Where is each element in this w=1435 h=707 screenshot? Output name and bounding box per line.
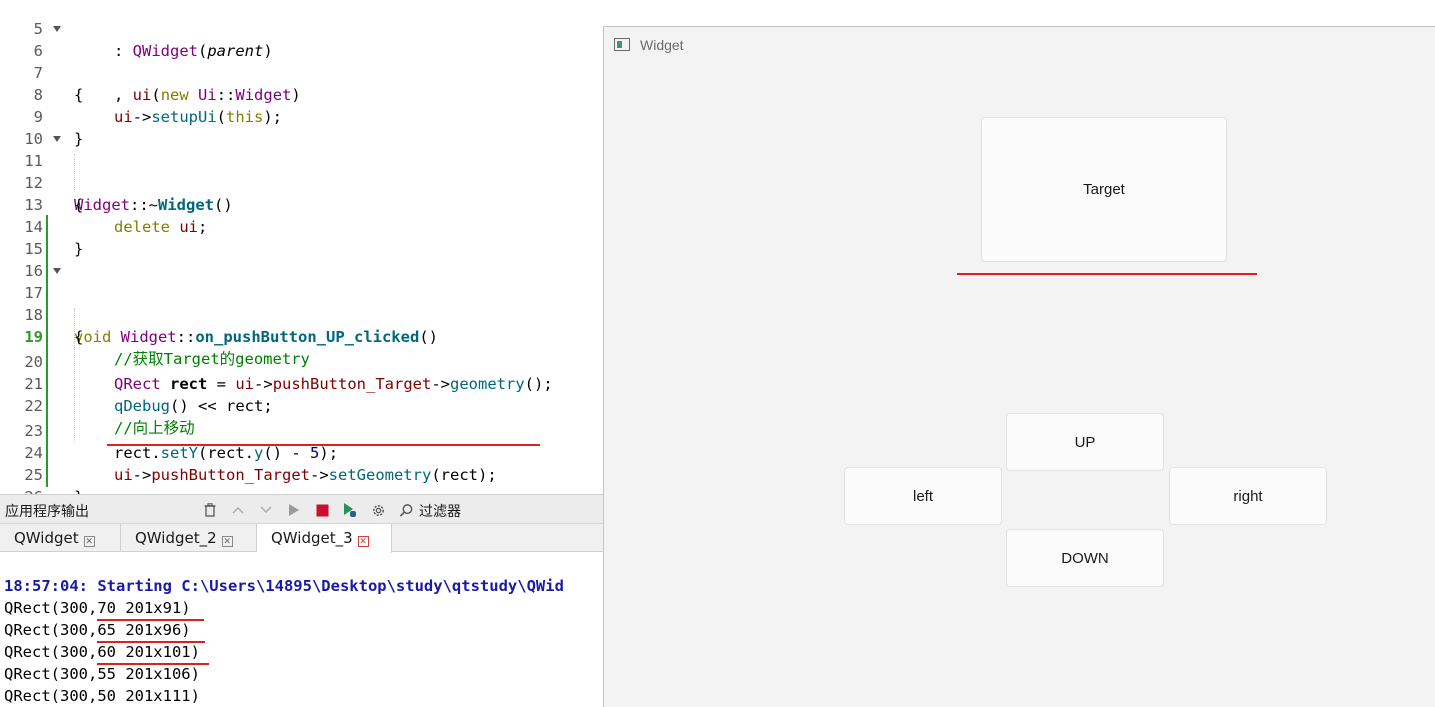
code-line[interactable]: 24 ui->pushButton_Target->setGeometry(re… [0, 420, 603, 484]
output-line: QRect(300,65 201x96) [4, 621, 191, 639]
output-toolbar: 应用程序输出 过滤器 [0, 494, 603, 524]
code-line[interactable]: 17 void Widget::on_pushButton_UP_clicked… [0, 260, 603, 346]
annotation-underline [107, 444, 540, 446]
output-line: 18:57:04: Starting C:\Users\14895\Deskto… [4, 577, 564, 595]
output-line: QRect(300,50 201x111) [4, 687, 200, 705]
right-button[interactable]: right [1169, 467, 1327, 525]
annotation-underline [97, 619, 204, 621]
tab-label: QWidget [14, 529, 79, 547]
annotation-underline [97, 641, 205, 643]
widget-window: Widget Target UP left right DOWN [603, 26, 1435, 707]
output-pane-title: 应用程序输出 [5, 504, 89, 520]
up-button[interactable]: UP [1006, 413, 1164, 471]
gear-icon[interactable] [369, 501, 387, 519]
code-line[interactable]: 9 } [0, 84, 603, 148]
application-output-pane: 应用程序输出 过滤器 QWidget ✕ QWidget_2 ✕ QWidget… [0, 494, 603, 707]
code-line[interactable]: 20 QRect rect = ui->pushButton_Target->g… [0, 329, 603, 393]
code-line[interactable]: 6 , ui(new Ui::Widget) [0, 18, 603, 104]
code-line[interactable]: 23 rect.setY(rect.y() - 5); [0, 398, 603, 462]
close-icon[interactable]: ✕ [221, 536, 233, 547]
play-icon[interactable] [285, 501, 303, 519]
tab-qwidget-3[interactable]: QWidget_3 ✕ [257, 524, 392, 553]
code-line[interactable]: 19 //获取Target的geometry [0, 304, 603, 368]
fold-arrow-icon[interactable] [53, 26, 61, 32]
output-line: QRect(300,55 201x106) [4, 665, 200, 683]
tab-label: QWidget_2 [135, 529, 217, 547]
fold-arrow-icon[interactable] [53, 136, 61, 142]
code-line[interactable]: 11 Widget::~Widget() [0, 128, 603, 214]
code-line[interactable]: 13 delete ui; [0, 172, 603, 236]
code-line[interactable]: 22 //向上移动 [0, 373, 603, 437]
output-line: QRect(300,70 201x91) [4, 599, 191, 617]
code-line[interactable]: 26 [0, 464, 603, 494]
code-line[interactable]: 10 [0, 106, 603, 148]
output-tab-bar: QWidget ✕ QWidget_2 ✕ QWidget_3 ✕ [0, 524, 603, 553]
search-icon[interactable] [397, 501, 415, 519]
stop-icon[interactable] [313, 501, 331, 519]
target-button[interactable]: Target [981, 117, 1227, 262]
code-line[interactable]: 5 : QWidget(parent) [0, 0, 603, 60]
fold-arrow-icon[interactable] [53, 268, 61, 274]
output-line: QRect(300,60 201x101) [4, 643, 200, 661]
code-line[interactable]: 21 qDebug() << rect; [0, 351, 603, 415]
code-line[interactable]: 16 [0, 238, 603, 280]
run-debug-icon[interactable] [341, 501, 359, 519]
close-icon[interactable]: ✕ [83, 536, 95, 547]
line-number: 26 [0, 486, 43, 494]
window-title: Widget [640, 37, 684, 53]
close-icon[interactable]: ✕ [357, 536, 369, 547]
code-line[interactable]: 12 { [0, 150, 603, 214]
code-line[interactable]: 18 { [0, 282, 603, 346]
annotation-underline [97, 663, 209, 665]
code-editor[interactable]: 5 : QWidget(parent) 6 , ui(new Ui::Widge… [0, 0, 603, 494]
tab-qwidget[interactable]: QWidget ✕ [0, 524, 121, 552]
code-line[interactable]: 15 [0, 216, 603, 258]
tab-label: QWidget_3 [271, 529, 353, 547]
trash-icon[interactable] [201, 501, 219, 519]
code-line[interactable]: 8 ui->setupUi(this); [0, 62, 603, 126]
annotation-underline [957, 273, 1257, 275]
chevron-down-icon[interactable] [257, 501, 275, 519]
code-line[interactable]: 14 } [0, 194, 603, 258]
code-line[interactable]: 7 { [0, 40, 603, 104]
tab-qwidget-2[interactable]: QWidget_2 ✕ [121, 524, 257, 552]
filter-label[interactable]: 过滤器 [419, 501, 461, 521]
chevron-up-icon[interactable] [229, 501, 247, 519]
left-button[interactable]: left [844, 467, 1002, 525]
down-button[interactable]: DOWN [1006, 529, 1164, 587]
window-app-icon [614, 38, 630, 51]
